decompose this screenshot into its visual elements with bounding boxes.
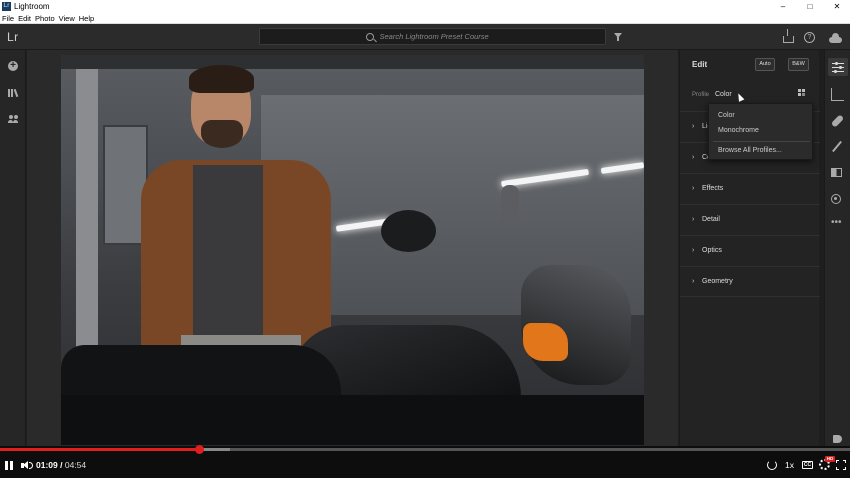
cloud-sync-icon[interactable] [829, 33, 842, 43]
lightroom-app-icon: Lr [2, 2, 11, 11]
browse-all-profiles-option[interactable]: Browse All Profiles... [718, 147, 782, 154]
more-icon[interactable]: ••• [831, 218, 844, 233]
menu-view[interactable]: View [59, 14, 75, 23]
tag-icon[interactable] [833, 435, 842, 443]
chevron-right-icon: › [692, 278, 695, 285]
volume-icon[interactable] [21, 461, 33, 470]
chevron-right-icon: › [692, 154, 695, 161]
progress-fill [0, 448, 200, 451]
chevron-right-icon: › [692, 247, 695, 254]
search-box[interactable] [259, 28, 606, 45]
add-photos-icon[interactable]: + [8, 61, 18, 71]
browse-profiles-icon[interactable] [798, 89, 807, 98]
pause-icon[interactable] [5, 461, 13, 470]
search-input[interactable] [379, 32, 500, 41]
radial-gradient-icon[interactable] [831, 194, 841, 204]
brush-icon[interactable] [832, 140, 842, 153]
edit-panel-title: Edit [692, 60, 708, 69]
section-label: Geometry [702, 278, 733, 285]
window-title: Lightroom [14, 2, 50, 11]
playback-time: 01:09 / 04:54 [36, 460, 86, 470]
crop-icon[interactable] [831, 88, 844, 101]
menu-file[interactable]: File [2, 14, 14, 23]
menu-help[interactable]: Help [79, 14, 94, 23]
captions-icon[interactable]: CC [802, 461, 813, 469]
section-label: Effects [702, 185, 724, 192]
mouse-cursor [735, 92, 745, 102]
total-time: 04:54 [64, 460, 87, 470]
current-time: 01:09 [36, 460, 58, 470]
filter-icon[interactable] [614, 33, 622, 41]
section-geometry[interactable]: › Geometry [680, 266, 820, 297]
healing-brush-icon[interactable] [830, 114, 845, 128]
section-detail[interactable]: › Detail [680, 204, 820, 235]
app-toolbar: Lr ? [0, 24, 850, 50]
chevron-right-icon: › [692, 185, 695, 192]
search-icon [365, 32, 374, 41]
section-optics[interactable]: › Optics [680, 235, 820, 266]
help-icon[interactable]: ? [804, 32, 815, 43]
fullscreen-icon[interactable] [836, 460, 846, 470]
video-progress-track[interactable] [0, 445, 850, 454]
minimize-button[interactable]: – [770, 0, 796, 13]
chevron-right-icon: › [692, 216, 695, 223]
profile-select[interactable]: Color [715, 91, 732, 98]
left-rail: + [0, 50, 26, 446]
window-titlebar: Lr Lightroom [0, 0, 850, 13]
playback-speed[interactable]: 1x [785, 460, 794, 470]
hd-badge: HD [825, 456, 835, 462]
time-separator: / [57, 460, 65, 470]
dropdown-divider [713, 141, 810, 142]
profile-dropdown-menu: Color Monochrome Browse All Profiles... [708, 103, 813, 160]
profile-option-color[interactable]: Color [718, 112, 735, 119]
bw-button[interactable]: B&W [788, 58, 809, 71]
photo-preview[interactable] [61, 55, 644, 445]
menubar: File Edit Photo View Help [0, 13, 850, 24]
rewind-icon[interactable] [767, 460, 777, 470]
maximize-button[interactable]: □ [797, 0, 823, 13]
video-player-bar: 01:09 / 04:54 1x CC HD [0, 445, 850, 478]
section-label: Optics [702, 247, 722, 254]
progress-scrubber[interactable] [195, 445, 205, 454]
lr-logo: Lr [7, 30, 19, 44]
buffer-bar [199, 448, 230, 451]
library-icon[interactable] [8, 88, 19, 98]
menu-photo[interactable]: Photo [35, 14, 55, 23]
people-icon[interactable] [8, 115, 19, 123]
auto-button[interactable]: Auto [755, 58, 775, 71]
menu-edit[interactable]: Edit [18, 14, 31, 23]
section-label: Detail [702, 216, 720, 223]
right-tool-rail: ••• [824, 50, 850, 446]
share-icon[interactable] [783, 29, 794, 43]
close-button[interactable]: ✕ [824, 0, 850, 13]
profile-option-monochrome[interactable]: Monochrome [718, 127, 759, 134]
profile-label: Profile [692, 92, 710, 98]
linear-gradient-icon[interactable] [831, 168, 842, 177]
section-effects[interactable]: › Effects [680, 173, 820, 204]
chevron-right-icon: › [692, 123, 695, 130]
edit-sliders-icon[interactable] [828, 58, 848, 76]
